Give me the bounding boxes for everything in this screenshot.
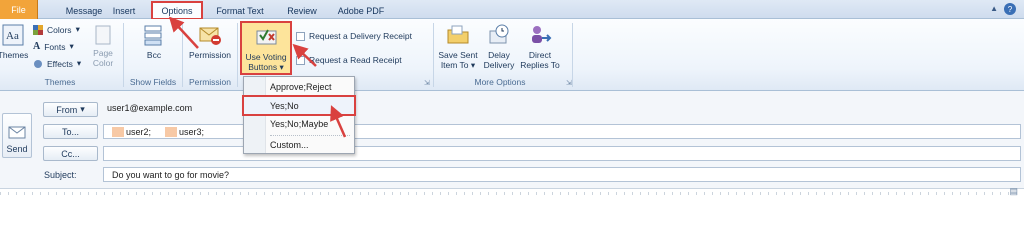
tab-message[interactable]: Message (62, 2, 106, 19)
direct-replies-icon (532, 26, 552, 43)
delivery-receipt-checkbox[interactable]: Request a Delivery Receipt (296, 31, 412, 41)
page-color-button[interactable]: Page Color (88, 25, 118, 68)
more-options-group-label: More Options (474, 77, 526, 87)
recipient-chip[interactable]: user2; (112, 126, 151, 137)
group-divider (433, 23, 434, 87)
themes-button[interactable]: Aa Themes (0, 23, 28, 60)
ruler: ▤ (0, 186, 1024, 197)
show-fields-group-label: Show Fields (129, 77, 177, 87)
tab-review[interactable]: Review (282, 2, 322, 19)
fonts-button[interactable]: A Fonts ▾ (33, 41, 74, 52)
fonts-icon: A (33, 41, 41, 52)
tab-format-text[interactable]: Format Text (210, 2, 270, 19)
permission-button[interactable]: Permission (186, 23, 234, 60)
subject-label: Subject: (44, 170, 77, 180)
tab-insert[interactable]: Insert (108, 2, 140, 19)
direct-replies-to-button[interactable]: Direct Replies To (518, 23, 562, 70)
ribbon-tab-bar: File Message Insert Options Format Text … (0, 0, 1024, 20)
voting-icon (256, 29, 277, 45)
subject-field[interactable]: Do you want to go for movie? (103, 167, 1021, 182)
from-address: user1@example.com (107, 103, 193, 113)
permission-group-label: Permission (188, 77, 232, 87)
collapse-ribbon-icon[interactable]: ▲ (990, 4, 998, 13)
recipient-chip[interactable]: user3; (165, 126, 204, 137)
checkbox-icon (296, 55, 305, 65)
to-button[interactable]: To... (43, 124, 98, 139)
cc-field[interactable] (103, 146, 1021, 161)
tab-options[interactable]: Options (151, 1, 203, 20)
tab-file[interactable]: File (0, 0, 38, 19)
contact-icon (165, 126, 178, 137)
chevron-down-icon: ▾ (75, 24, 80, 34)
dialog-launcher-icon[interactable]: ⇲ (566, 79, 572, 87)
save-sent-item-button[interactable]: Save Sent Item To ▾ (437, 23, 479, 70)
voting-buttons-menu: Approve;Reject Yes;No Yes;No;Maybe Custo… (242, 76, 356, 154)
permission-icon (199, 27, 221, 45)
checkbox-icon (296, 31, 305, 41)
group-divider (237, 23, 238, 87)
to-field[interactable]: user2; user3; (103, 124, 1021, 139)
menu-item-yes-no-maybe[interactable]: Yes;No;Maybe (244, 115, 354, 132)
use-voting-buttons-button[interactable]: Use Voting Buttons ▾ (240, 21, 292, 75)
chevron-down-icon: ▾ (69, 41, 74, 51)
menu-item-approve-reject[interactable]: Approve;Reject (244, 78, 354, 95)
chevron-down-icon: ▾ (80, 104, 85, 114)
from-button[interactable]: From ▾ (43, 102, 98, 117)
chevron-down-icon: ▾ (76, 58, 82, 68)
menu-item-custom[interactable]: Custom... (244, 136, 354, 153)
help-icon[interactable]: ? (1004, 3, 1016, 15)
themes-icon: Aa (2, 24, 24, 46)
send-button[interactable]: Send (2, 113, 32, 158)
bcc-button[interactable]: Bcc (136, 23, 172, 60)
dialog-launcher-icon[interactable]: ⇲ (424, 79, 430, 87)
send-icon (8, 126, 26, 139)
ruler-toggle-icon[interactable]: ▤ (1009, 186, 1018, 197)
effects-icon (34, 59, 42, 68)
menu-item-yes-no[interactable]: Yes;No (242, 95, 356, 116)
bcc-icon (144, 25, 162, 46)
colors-button[interactable]: Colors ▾ (33, 24, 80, 35)
svg-text:Aa: Aa (6, 30, 19, 42)
group-divider (572, 23, 573, 87)
folder-icon (447, 25, 469, 44)
effects-button[interactable]: Effects ▾ (33, 58, 81, 69)
read-receipt-checkbox[interactable]: Request a Read Receipt (296, 55, 402, 65)
delay-delivery-button[interactable]: Delay Delivery (482, 23, 516, 70)
colors-icon (33, 24, 43, 35)
cc-button[interactable]: Cc... (43, 146, 98, 161)
ruler-ticks (0, 189, 1010, 197)
ribbon: Aa Themes Colors ▾ A Fonts ▾ Effects ▾ Page… (0, 19, 1024, 91)
contact-icon (112, 126, 124, 137)
page-color-icon (95, 25, 111, 45)
themes-group-label: Themes (44, 77, 76, 87)
group-divider (182, 23, 183, 87)
clock-icon (489, 24, 509, 44)
tab-adobe-pdf[interactable]: Adobe PDF (336, 2, 386, 19)
